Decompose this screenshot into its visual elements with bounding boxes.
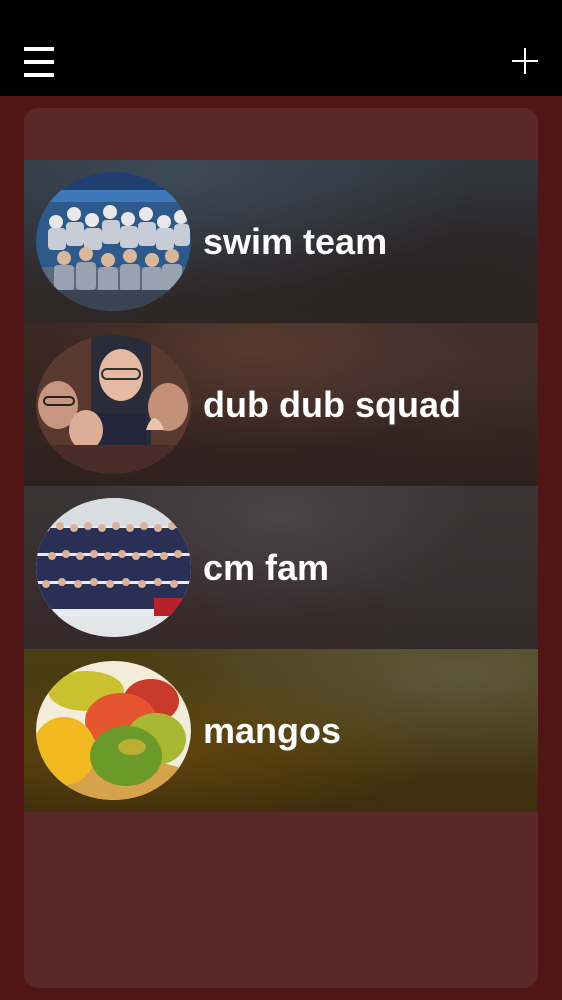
groups-panel: swim team dub dub squad cm fam mangos [24, 108, 538, 988]
plus-icon[interactable] [512, 48, 538, 74]
group-name: mangos [203, 710, 342, 751]
hamburger-menu-icon[interactable] [24, 47, 54, 77]
group-name: cm fam [203, 547, 330, 588]
group-row-mangos[interactable]: mangos [24, 649, 538, 812]
group-row-swim-team[interactable]: swim team [24, 160, 538, 323]
cm-fam-avatar [36, 498, 191, 637]
mangos-avatar [36, 661, 191, 800]
group-name: dub dub squad [203, 384, 461, 425]
group-row-dub-dub-squad[interactable]: dub dub squad [24, 323, 538, 486]
swim-team-avatar [36, 172, 191, 311]
group-name: swim team [203, 221, 388, 262]
group-list: swim team dub dub squad cm fam mangos [24, 160, 538, 812]
top-bar [0, 0, 562, 96]
dub-dub-squad-avatar [36, 335, 191, 474]
group-row-cm-fam[interactable]: cm fam [24, 486, 538, 649]
